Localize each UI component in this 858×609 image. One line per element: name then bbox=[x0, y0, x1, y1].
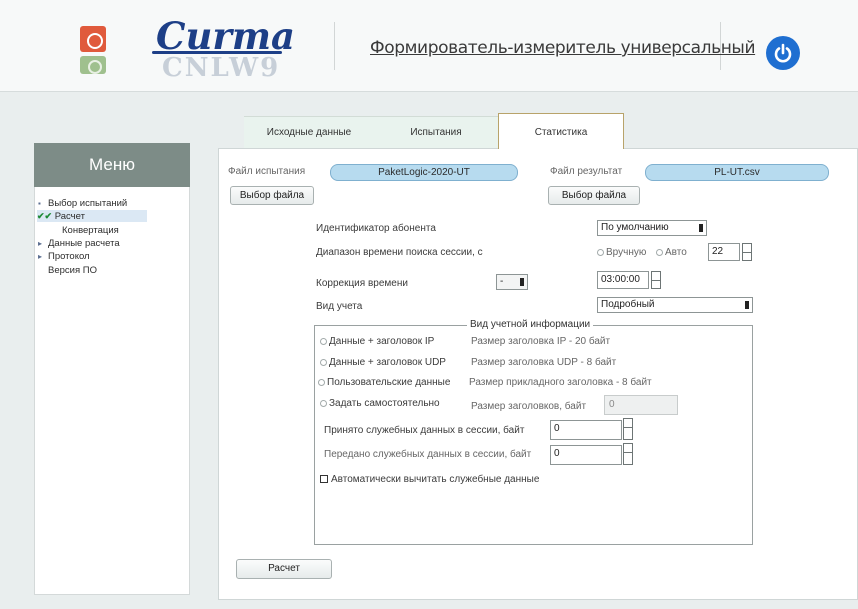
option-label: Пользовательские данные bbox=[327, 377, 451, 388]
option-custom-radio[interactable]: Задать самостоятельно bbox=[320, 398, 440, 409]
brand-logo: Curma bbox=[156, 14, 295, 58]
received-service-data-label: Принято служебных данных в сессии, байт bbox=[324, 425, 525, 436]
sent-service-data-input[interactable]: 0 bbox=[550, 445, 622, 465]
range-manual-label: Вручную bbox=[606, 247, 647, 258]
brand-logo-reflection: CNLW9 bbox=[162, 53, 281, 83]
power-button[interactable] bbox=[766, 36, 800, 70]
sidebar-item-protocol[interactable]: ▸ Протокол bbox=[38, 252, 90, 262]
dropdown-arrow-icon bbox=[745, 301, 749, 309]
expand-arrow-icon: ▸ bbox=[38, 252, 43, 261]
sidebar-item-label: Расчет bbox=[54, 211, 85, 222]
sidebar-item-test-selection[interactable]: ▪ Выбор испытаний bbox=[38, 199, 127, 209]
option-udp-desc: Размер заголовка UDP - 8 байт bbox=[471, 357, 617, 368]
tab-source-data[interactable]: Исходные данные bbox=[244, 116, 374, 148]
time-correction-sign: - bbox=[500, 276, 504, 287]
time-correction-label: Коррекция времени bbox=[316, 278, 408, 289]
sidebar-item-calculation[interactable]: ✔✔ Расчет bbox=[37, 210, 147, 222]
option-user-data-desc: Размер прикладного заголовка - 8 байт bbox=[469, 377, 652, 388]
subscriber-id-value: По умолчанию bbox=[601, 222, 669, 233]
sent-service-data-label: Передано служебных данных в сессии, байт bbox=[324, 449, 532, 460]
time-correction-spinner[interactable] bbox=[651, 271, 661, 289]
tab-statistics[interactable]: Статистика bbox=[498, 113, 624, 149]
option-label: Задать самостоятельно bbox=[329, 398, 440, 409]
result-file-field[interactable]: PL-UT.csv bbox=[645, 164, 829, 181]
dropdown-arrow-icon bbox=[520, 278, 524, 286]
sidebar-item-label: Выбор испытаний bbox=[48, 198, 128, 209]
bullet-icon: ▪ bbox=[38, 199, 41, 208]
accounting-info-legend: Вид учетной информации bbox=[467, 319, 594, 330]
radio-icon bbox=[320, 359, 327, 366]
checkmark-icon: ✔✔ bbox=[37, 211, 53, 221]
option-label: Данные + заголовок IP bbox=[329, 336, 435, 347]
test-file-label: Файл испытания bbox=[228, 166, 306, 177]
calculate-button[interactable]: Расчет bbox=[236, 559, 332, 579]
range-seconds-input[interactable]: 22 bbox=[708, 243, 740, 261]
radio-icon bbox=[320, 338, 327, 345]
account-type-label: Вид учета bbox=[316, 301, 363, 312]
expand-arrow-icon: ▸ bbox=[38, 239, 43, 248]
sidebar-item-calc-data[interactable]: ▸ Данные расчета bbox=[38, 239, 120, 249]
received-service-data-input[interactable]: 0 bbox=[550, 420, 622, 440]
sidebar-item-conversion[interactable]: Конвертация bbox=[62, 226, 119, 236]
app-logo-icon bbox=[80, 26, 106, 52]
sidebar-title: Меню bbox=[34, 143, 190, 187]
option-label: Данные + заголовок UDP bbox=[329, 357, 446, 368]
dropdown-arrow-icon bbox=[699, 224, 703, 232]
checkbox-icon bbox=[320, 475, 328, 483]
sidebar-item-label: Версия ПО bbox=[48, 265, 97, 276]
sidebar-item-label: Данные расчета bbox=[48, 238, 120, 249]
option-udp-radio[interactable]: Данные + заголовок UDP bbox=[320, 357, 446, 368]
search-range-label: Диапазон времени поиска сессии, с bbox=[316, 247, 483, 258]
sidebar-item-label: Конвертация bbox=[62, 225, 119, 236]
sent-service-data-spinner[interactable] bbox=[623, 443, 633, 465]
custom-header-size-input[interactable]: 0 bbox=[604, 395, 678, 415]
range-auto-label: Авто bbox=[665, 247, 687, 258]
subscriber-id-label: Идентификатор абонента bbox=[316, 223, 436, 234]
radio-icon bbox=[656, 249, 663, 256]
select-test-file-button[interactable]: Выбор файла bbox=[230, 186, 314, 205]
app-logo-secondary-icon bbox=[80, 56, 106, 74]
auto-subtract-checkbox[interactable]: Автоматически вычитать служебные данные bbox=[320, 474, 539, 485]
test-file-field[interactable]: PaketLogic-2020-UT bbox=[330, 164, 518, 181]
range-auto-radio[interactable]: Авто bbox=[656, 247, 687, 258]
header-divider bbox=[334, 22, 335, 70]
option-user-data-radio[interactable]: Пользовательские данные bbox=[318, 377, 450, 388]
radio-icon bbox=[318, 379, 325, 386]
range-seconds-spinner[interactable] bbox=[742, 243, 752, 261]
result-file-label: Файл результат bbox=[550, 166, 623, 177]
received-service-data-spinner[interactable] bbox=[623, 418, 633, 440]
subscriber-id-select[interactable]: По умолчанию bbox=[597, 220, 707, 236]
range-manual-radio[interactable]: Вручную bbox=[597, 247, 646, 258]
radio-icon bbox=[320, 400, 327, 407]
sidebar-item-version[interactable]: Версия ПО bbox=[48, 266, 97, 276]
power-icon bbox=[774, 43, 792, 63]
option-ip-radio[interactable]: Данные + заголовок IP bbox=[320, 336, 434, 347]
auto-subtract-label: Автоматически вычитать служебные данные bbox=[331, 474, 540, 485]
option-ip-desc: Размер заголовка IP - 20 байт bbox=[471, 336, 611, 347]
option-custom-desc: Размер заголовков, байт bbox=[471, 401, 587, 412]
account-type-value: Подробный bbox=[601, 299, 655, 310]
select-result-file-button[interactable]: Выбор файла bbox=[548, 186, 640, 205]
sidebar-item-label: Протокол bbox=[48, 251, 90, 262]
radio-icon bbox=[597, 249, 604, 256]
tab-tests[interactable]: Испытания bbox=[374, 116, 498, 148]
page-title: Формирователь-измеритель универсальный bbox=[370, 38, 756, 58]
time-correction-input[interactable]: 03:00:00 bbox=[597, 271, 649, 289]
account-type-select[interactable]: Подробный bbox=[597, 297, 753, 313]
time-correction-sign-select[interactable]: - bbox=[496, 274, 528, 290]
